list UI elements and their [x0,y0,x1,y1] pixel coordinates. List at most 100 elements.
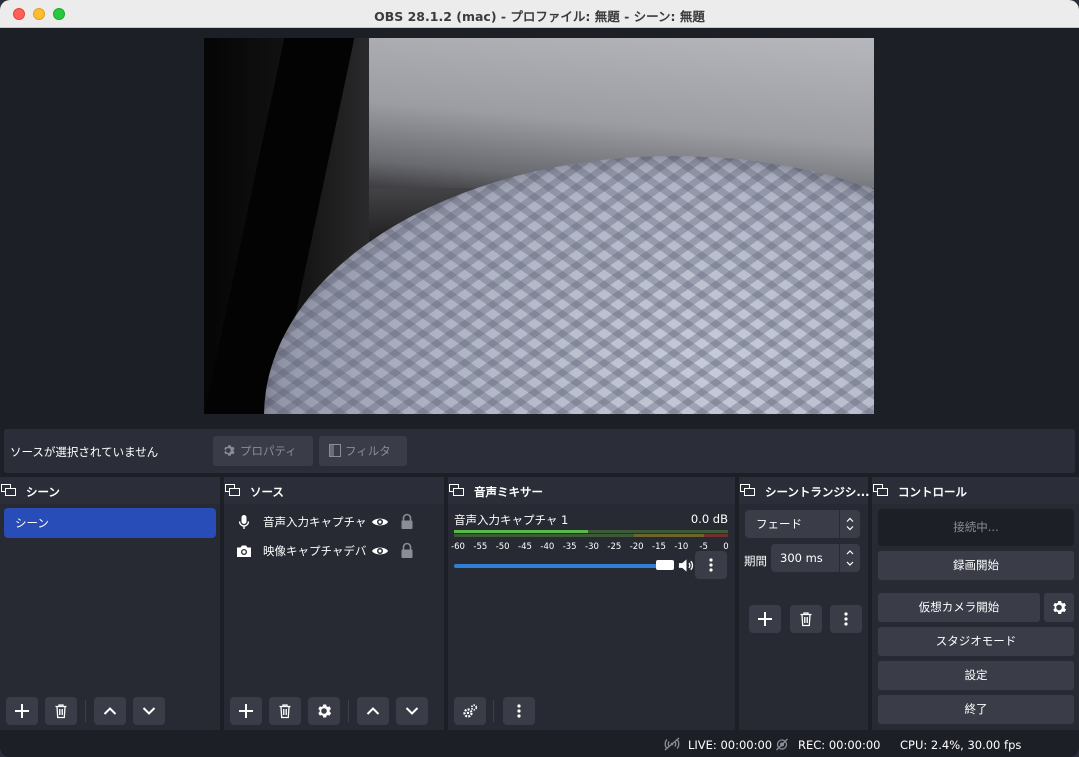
preview-canvas[interactable] [204,38,874,414]
up-down-chevron-icon [846,517,854,531]
lock-icon[interactable] [400,513,414,530]
scenes-list: シーン [0,504,220,730]
scene-item-selected[interactable]: シーン [4,508,216,538]
plus-icon [239,704,253,718]
scene-transitions-body: フェード 期間 300 ms [739,504,868,730]
transition-select-arrow[interactable] [840,510,860,538]
camera-icon [237,545,251,557]
window-title: OBS 28.1.2 (mac) - プロファイル: 無題 - シーン: 無題 [374,9,705,24]
microphone-icon [238,515,250,529]
exit-button[interactable]: 終了 [878,695,1074,724]
volume-slider[interactable] [454,564,674,568]
gear-icon [318,704,332,718]
audio-mixer-body: 音声入力キャプチャ 1 0.0 dB -60 -55 -50 -45 -40 -35 -30… [448,504,735,730]
meter-tick-label: -60 [451,542,465,552]
trash-icon [279,704,291,719]
chevron-down-icon [142,707,156,715]
dock-float-icon[interactable] [873,484,888,496]
duration-stepper[interactable] [840,544,860,572]
audio-mixer-dock-label: 音声ミキサー [474,485,543,499]
move-source-up-button[interactable] [357,697,389,725]
volume-meter-level [454,530,589,533]
settings-button[interactable]: 設定 [878,661,1074,690]
move-scene-up-button[interactable] [94,697,126,725]
sources-dock-title: ソース [224,477,444,504]
start-streaming-button[interactable]: 接続中... [878,509,1074,546]
mixer-channel-name: 音声入力キャプチャ 1 [454,513,569,527]
stepper-chevron-icon [846,550,854,566]
live-signal-off-icon [664,737,680,751]
meter-tick-label: -55 [473,542,488,552]
properties-label: プロパティ [240,444,297,458]
source-item-label: 音声入力キャプチャ [263,515,367,529]
chevron-up-icon [366,707,380,715]
source-item[interactable]: 映像キャプチャデバ [236,539,446,563]
trash-icon [55,704,67,719]
scene-transitions-dock-label: シーントランジシ... [765,485,870,499]
remove-transition-button[interactable] [790,605,822,633]
meter-tick-label: -50 [495,542,510,552]
source-properties-button[interactable] [308,697,340,725]
audio-mixer-dock: 音声ミキサー 音声入力キャプチャ 1 0.0 dB -60 -55 -50 -45 -4… [448,477,735,730]
cpu-fps-readout: CPU: 2.4%, 30.00 fps [900,738,1022,752]
add-transition-button[interactable] [749,605,781,633]
start-virtual-camera-button[interactable]: 仮想カメラ開始 [878,593,1040,622]
add-source-button[interactable] [230,697,262,725]
scene-transitions-dock: シーントランジシ... フェード 期間 300 ms [739,477,870,730]
sources-dock: ソース 音声入力キャプチャ 映像キャプチャデバ [224,477,444,730]
visibility-eye-icon[interactable] [371,543,389,559]
rec-off-icon [776,738,788,751]
meter-tick-label: -40 [540,542,555,552]
dock-float-icon[interactable] [449,484,464,496]
volume-meter [454,530,728,537]
studio-mode-button[interactable]: スタジオモード [878,627,1074,656]
filters-button[interactable]: フィルタ [319,436,407,466]
controls-dock-title: コントロール [872,477,1079,504]
sources-list: 音声入力キャプチャ 映像キャプチャデバ [224,504,444,730]
toolbar-divider [348,700,349,722]
lock-icon[interactable] [400,542,414,559]
start-recording-button[interactable]: 録画開始 [878,551,1074,580]
trash-icon [800,612,812,627]
live-timer: LIVE: 00:00:00 [688,738,773,752]
dock-float-icon[interactable] [225,484,240,496]
volume-slider-handle[interactable] [656,560,674,570]
plus-icon [15,704,29,718]
meter-tick-label: -15 [652,542,666,552]
duration-input[interactable]: 300 ms [771,544,839,572]
meter-tick-label: -25 [607,542,622,552]
more-vertical-icon [709,558,713,572]
transition-select[interactable]: フェード [745,510,839,538]
move-scene-down-button[interactable] [133,697,165,725]
remove-scene-button[interactable] [45,697,77,725]
mixer-menu-button[interactable] [503,697,535,725]
controls-dock: コントロール 接続中... 録画開始 仮想カメラ開始 スタジオモード 設定 終了 [872,477,1079,730]
status-bar: LIVE: 00:00:00 REC: 00:00:00 CPU: 2.4%, … [0,733,1079,757]
dock-float-icon[interactable] [1,484,16,496]
filters-label: フィルタ [345,444,391,458]
chevron-up-icon [103,707,117,715]
meter-tick-label: -35 [562,542,577,552]
mixer-channel-menu-button[interactable] [695,551,727,579]
advanced-audio-properties-button[interactable] [454,697,486,725]
toolbar-divider [493,700,494,722]
scene-transitions-dock-title: シーントランジシ... [739,477,870,504]
transition-menu-button[interactable] [830,605,862,633]
source-item[interactable]: 音声入力キャプチャ [236,510,446,534]
filter-icon [329,436,341,466]
speaker-volume-icon[interactable] [678,557,695,574]
add-scene-button[interactable] [6,697,38,725]
no-source-selected-label: ソースが選択されていません [10,445,159,459]
remove-source-button[interactable] [269,697,301,725]
controls-body: 接続中... 録画開始 仮想カメラ開始 スタジオモード 設定 終了 [872,504,1079,730]
visibility-eye-icon[interactable] [371,514,389,530]
scenes-dock-label: シーン [26,485,60,499]
dock-float-icon[interactable] [740,484,755,496]
meter-tick-label: -30 [585,542,599,552]
meter-tick-label: -20 [629,542,644,552]
properties-button[interactable]: プロパティ [213,436,313,466]
move-source-down-button[interactable] [396,697,428,725]
meter-tick-label: -45 [518,542,532,552]
duration-label: 期間 [744,554,767,568]
virtual-camera-settings-button[interactable] [1044,593,1074,622]
